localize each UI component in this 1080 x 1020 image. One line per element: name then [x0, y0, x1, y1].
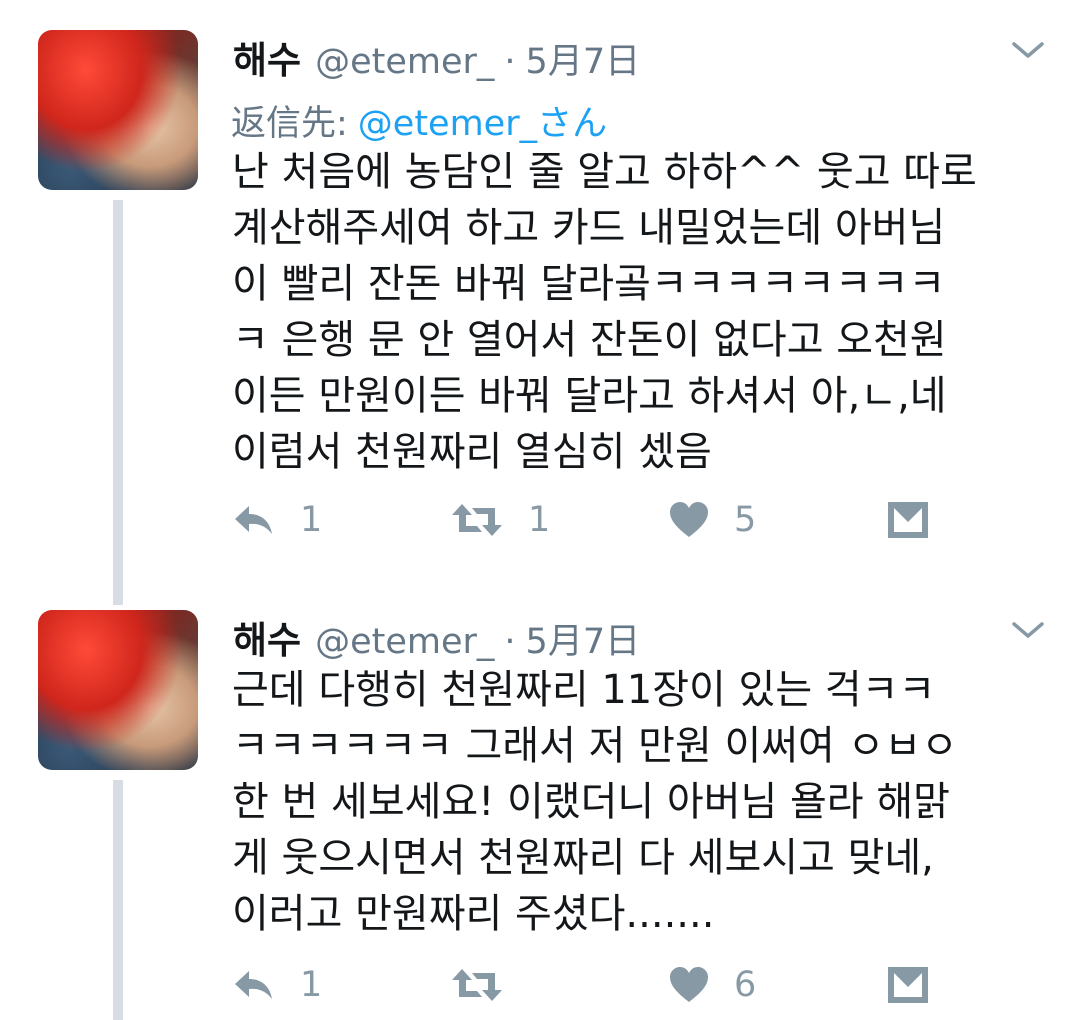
reply-mention-link[interactable]: @etemer_さん	[358, 104, 607, 144]
tweet-text-line: 난 처음에 농담인 줄 알고 하하^^ 웃고 따로	[232, 149, 977, 195]
chevron-down-icon[interactable]	[1010, 38, 1046, 62]
tweet-text-line: ㅋ 은행 문 안 열어서 잔돈이 없다고 오천원	[232, 317, 947, 363]
reply-button[interactable]: 1	[232, 960, 322, 1010]
author-name[interactable]: 해수	[233, 610, 301, 664]
author-handle[interactable]: @etemer_	[315, 42, 494, 82]
tweet-text: 근데 다행히 천원짜리 11장이 있는 걱ㅋㅋ ㅋㅋㅋㅋㅋㅋ 그래서 저 만원 …	[232, 662, 958, 942]
tweet-text-line: 계산해주세여 하고 카드 내밀었는데 아버님	[232, 205, 946, 251]
avatar[interactable]	[38, 610, 198, 770]
tweet[interactable]: 해수 @etemer_ · 5月7日 返信先: @etemer_さん 난 처음에 …	[0, 0, 1080, 605]
retweet-icon	[452, 969, 502, 1001]
like-count: 6	[734, 965, 757, 1005]
tweet-text-line: 게 웃으시면서 천원짜리 다 세보시고 맞네,	[232, 835, 934, 881]
tweet-text-line: ㅋㅋㅋㅋㅋㅋ 그래서 저 만원 이써여 ㅇㅂㅇ	[232, 723, 958, 769]
tweet-text-line: 이러고 만원짜리 주셨다.......	[232, 891, 715, 937]
reply-button[interactable]: 1	[232, 495, 322, 545]
tweet-text-line: 이 빨리 잔돈 바꿔 달라곸ㅋㅋㅋㅋㅋㅋㅋㅋ	[232, 261, 946, 307]
direct-message-button[interactable]	[886, 960, 930, 1010]
direct-message-icon	[888, 502, 928, 538]
chevron-down-icon[interactable]	[1010, 618, 1046, 642]
retweet-button[interactable]: 1	[450, 495, 550, 545]
tweet-actions: 1 1 5	[0, 495, 1080, 545]
reply-count: 1	[300, 965, 323, 1005]
tweet-text-line: 이럼서 천원짜리 열심히 셌음	[232, 429, 712, 475]
reply-icon	[235, 506, 272, 534]
separator: ·	[504, 622, 516, 662]
avatar[interactable]	[38, 30, 198, 190]
reply-count: 1	[300, 500, 323, 540]
author-name[interactable]: 해수	[233, 30, 301, 84]
tweet-header: 해수 @etemer_ · 5月7日	[233, 610, 640, 662]
heart-icon	[670, 967, 708, 1002]
tweet-text-line: 근데 다행히 천원짜리 11장이 있는 걱ㅋㅋ	[232, 667, 936, 713]
retweet-count: 1	[528, 500, 551, 540]
reply-context: 返信先: @etemer_さん	[231, 95, 607, 146]
tweet-date[interactable]: 5月7日	[526, 613, 641, 664]
heart-icon	[670, 502, 708, 537]
author-handle[interactable]: @etemer_	[315, 622, 494, 662]
tweet-text-line: 이든 만원이든 바꿔 달라고 하셔서 아,ㄴ,네	[232, 373, 947, 419]
tweet-text-line: 한 번 세보세요! 이랬더니 아버님 욜라 해맑	[232, 779, 950, 825]
retweet-icon	[452, 504, 502, 536]
direct-message-icon	[888, 967, 928, 1003]
separator: ·	[504, 42, 516, 82]
tweet-text: 난 처음에 농담인 줄 알고 하하^^ 웃고 따로 계산해주세여 하고 카드 내…	[232, 144, 977, 480]
tweet-actions: 1 6	[0, 960, 1080, 1010]
reply-icon	[235, 971, 272, 999]
tweet[interactable]: 해수 @etemer_ · 5月7日 근데 다행히 천원짜리 11장이 있는 걱…	[0, 580, 1080, 1020]
direct-message-button[interactable]	[886, 495, 930, 545]
reply-prefix: 返信先:	[231, 104, 348, 144]
like-button[interactable]: 6	[668, 960, 756, 1010]
tweet-header: 해수 @etemer_ · 5月7日	[233, 30, 640, 82]
like-button[interactable]: 5	[668, 495, 756, 545]
retweet-button[interactable]	[450, 960, 528, 1010]
tweet-date[interactable]: 5月7日	[526, 33, 641, 84]
like-count: 5	[734, 500, 757, 540]
